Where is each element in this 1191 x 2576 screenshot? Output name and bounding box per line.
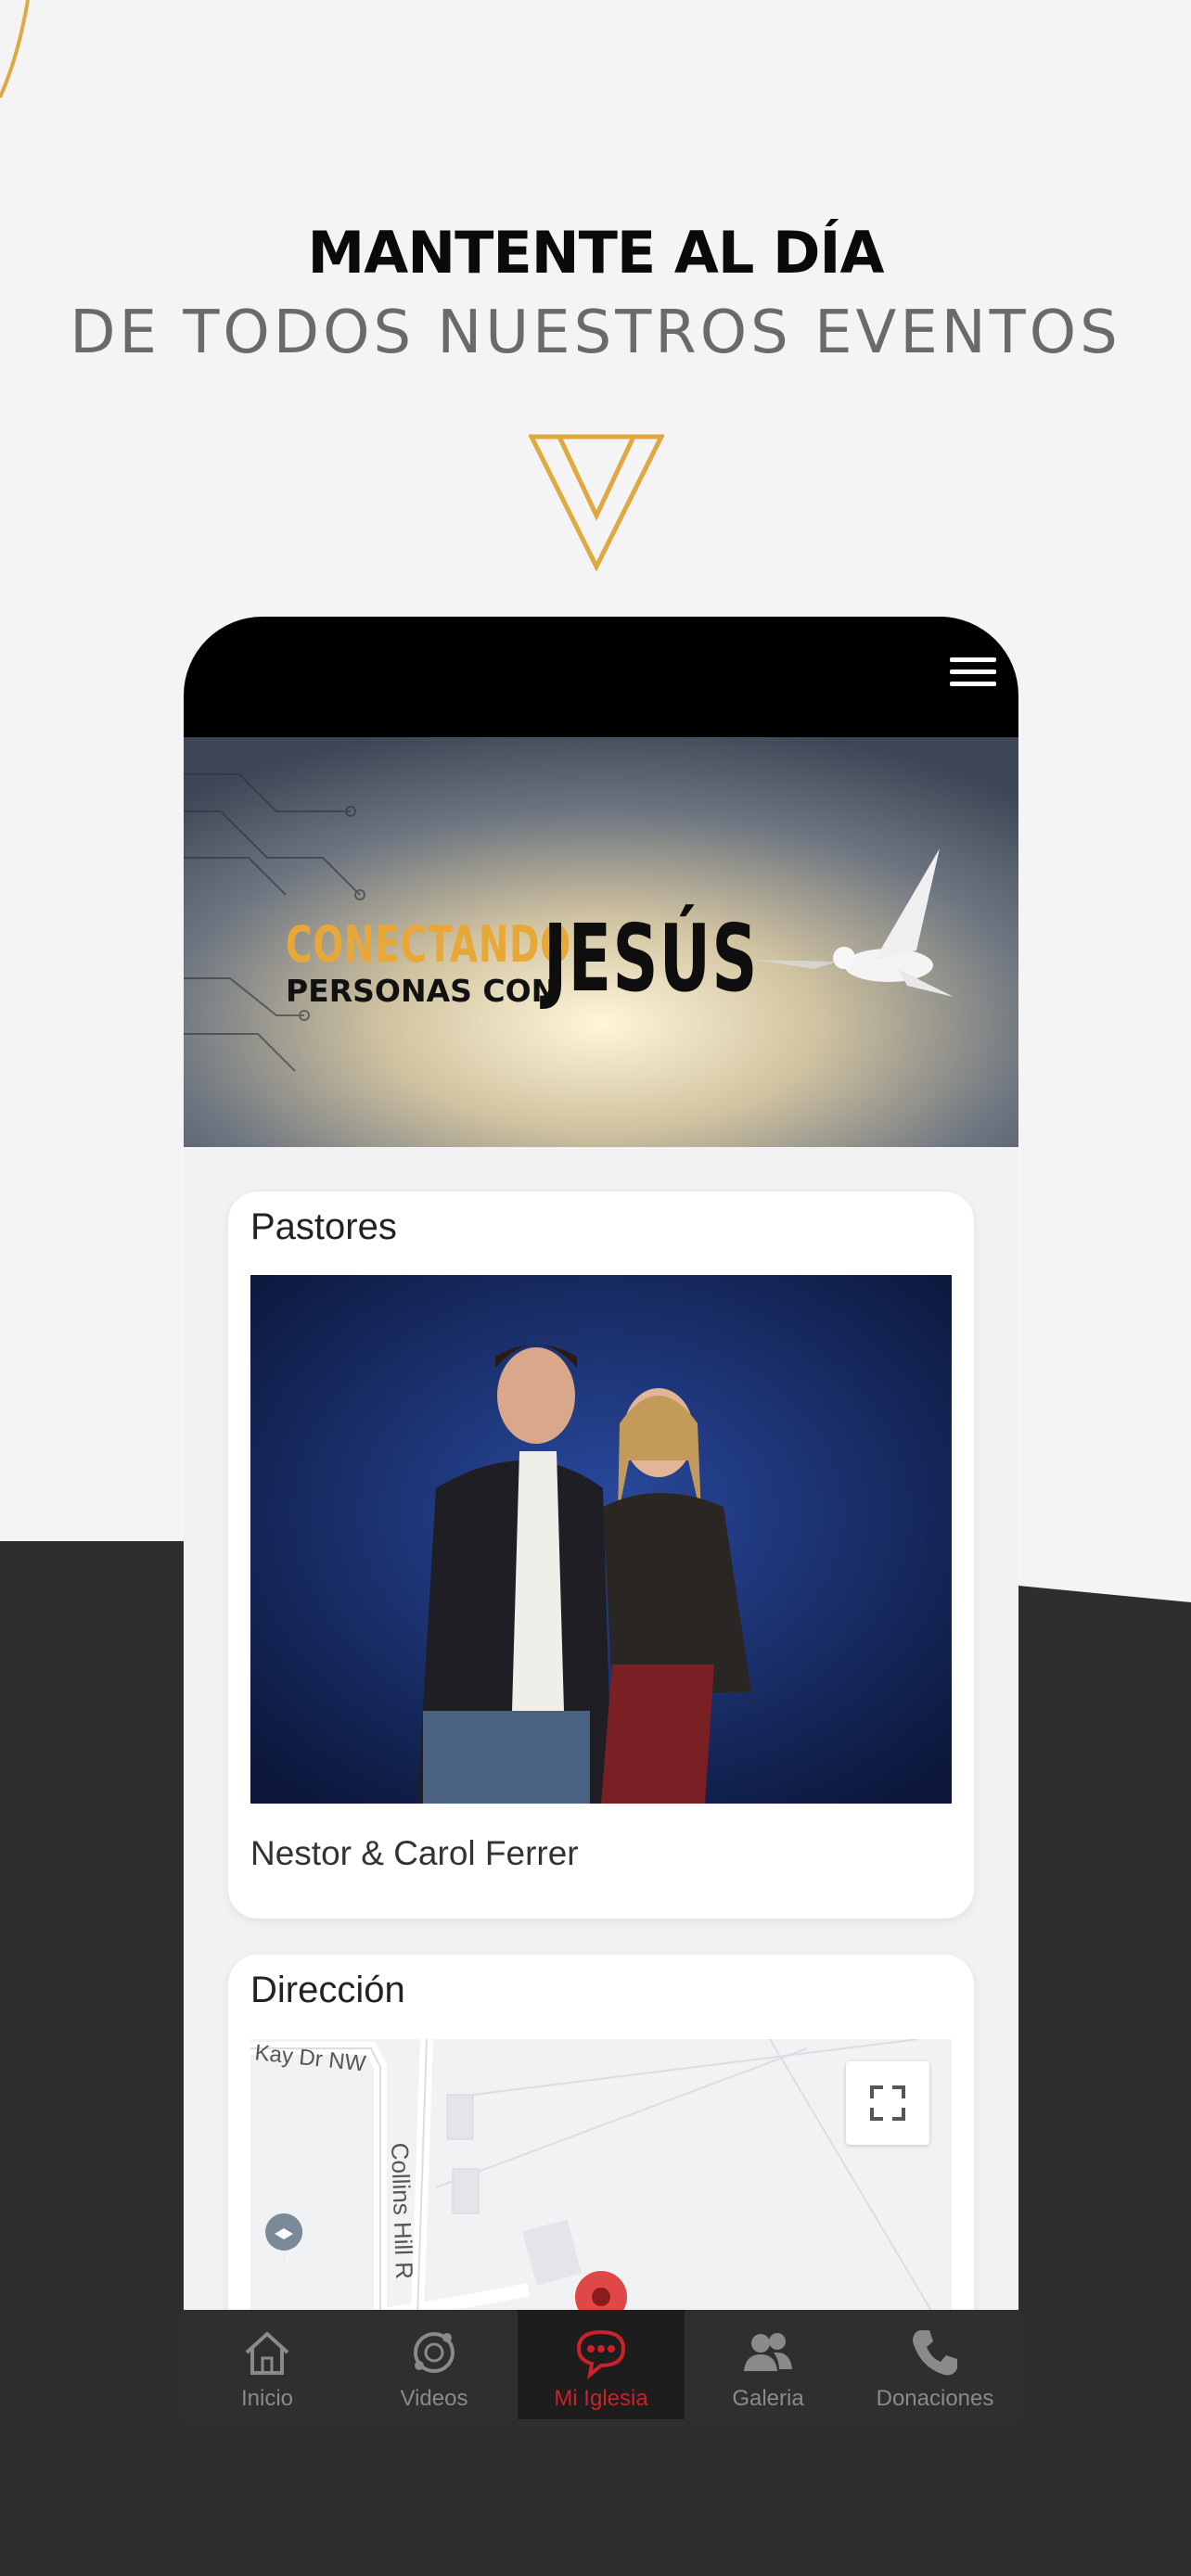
tab-label-videos: Videos (400, 2386, 468, 2411)
pastores-card: Pastores Nestor & Carol Ferrer (228, 1192, 974, 1919)
tab-label-donaciones: Donaciones (876, 2386, 994, 2411)
chat-icon (576, 2329, 626, 2379)
banner-personas-con: PERSONAS CON (286, 973, 557, 1009)
map-street-label-2: Collins Hill R (386, 2142, 418, 2279)
chevron-down-icon (529, 434, 664, 571)
banner-jesus: JESÚS (544, 904, 759, 1013)
pastors-photo (250, 1275, 952, 1804)
phone-icon (913, 2330, 957, 2376)
pastors-names: Nestor & Carol Ferrer (250, 1834, 579, 1872)
app-top-bar (184, 617, 1018, 737)
banner-conectando: CONECTANDO (286, 915, 571, 974)
tab-videos[interactable]: Videos (351, 2310, 518, 2419)
tab-mi-iglesia[interactable]: Mi Iglesia (518, 2310, 685, 2419)
tab-inicio[interactable]: Inicio (184, 2310, 351, 2419)
hamburger-menu-icon[interactable] (950, 657, 996, 695)
page-subline: DE TODOS NUESTROS EVENTOS (70, 299, 1121, 367)
tab-label-inicio: Inicio (240, 2386, 294, 2411)
hero-banner: CONECTANDO PERSONAS CON JESÚS (184, 737, 1018, 1147)
school-pin-icon (265, 2213, 303, 2280)
home-icon (245, 2331, 289, 2375)
pastores-title: Pastores (250, 1206, 397, 1247)
bottom-tab-bar: Inicio Videos Mi Iglesia Galeria Donacio… (184, 2310, 1018, 2419)
fullscreen-icon (870, 2085, 905, 2121)
page-headline: MANTENTE AL DÍA (307, 219, 885, 287)
tab-label-galeria: Galeria (732, 2386, 804, 2411)
tab-donaciones[interactable]: Donaciones (852, 2310, 1018, 2419)
decorative-arc (0, 0, 30, 98)
direccion-title: Dirección (250, 1970, 405, 2010)
tab-label-mi-iglesia: Mi Iglesia (554, 2386, 648, 2411)
map-fullscreen-button[interactable] (846, 2061, 929, 2145)
people-icon (744, 2333, 792, 2371)
videos-icon (414, 2332, 455, 2373)
phone-mockup: CONECTANDO PERSONAS CON JESÚS Pastores N… (184, 617, 1018, 2419)
tab-galeria[interactable]: Galeria (685, 2310, 852, 2419)
